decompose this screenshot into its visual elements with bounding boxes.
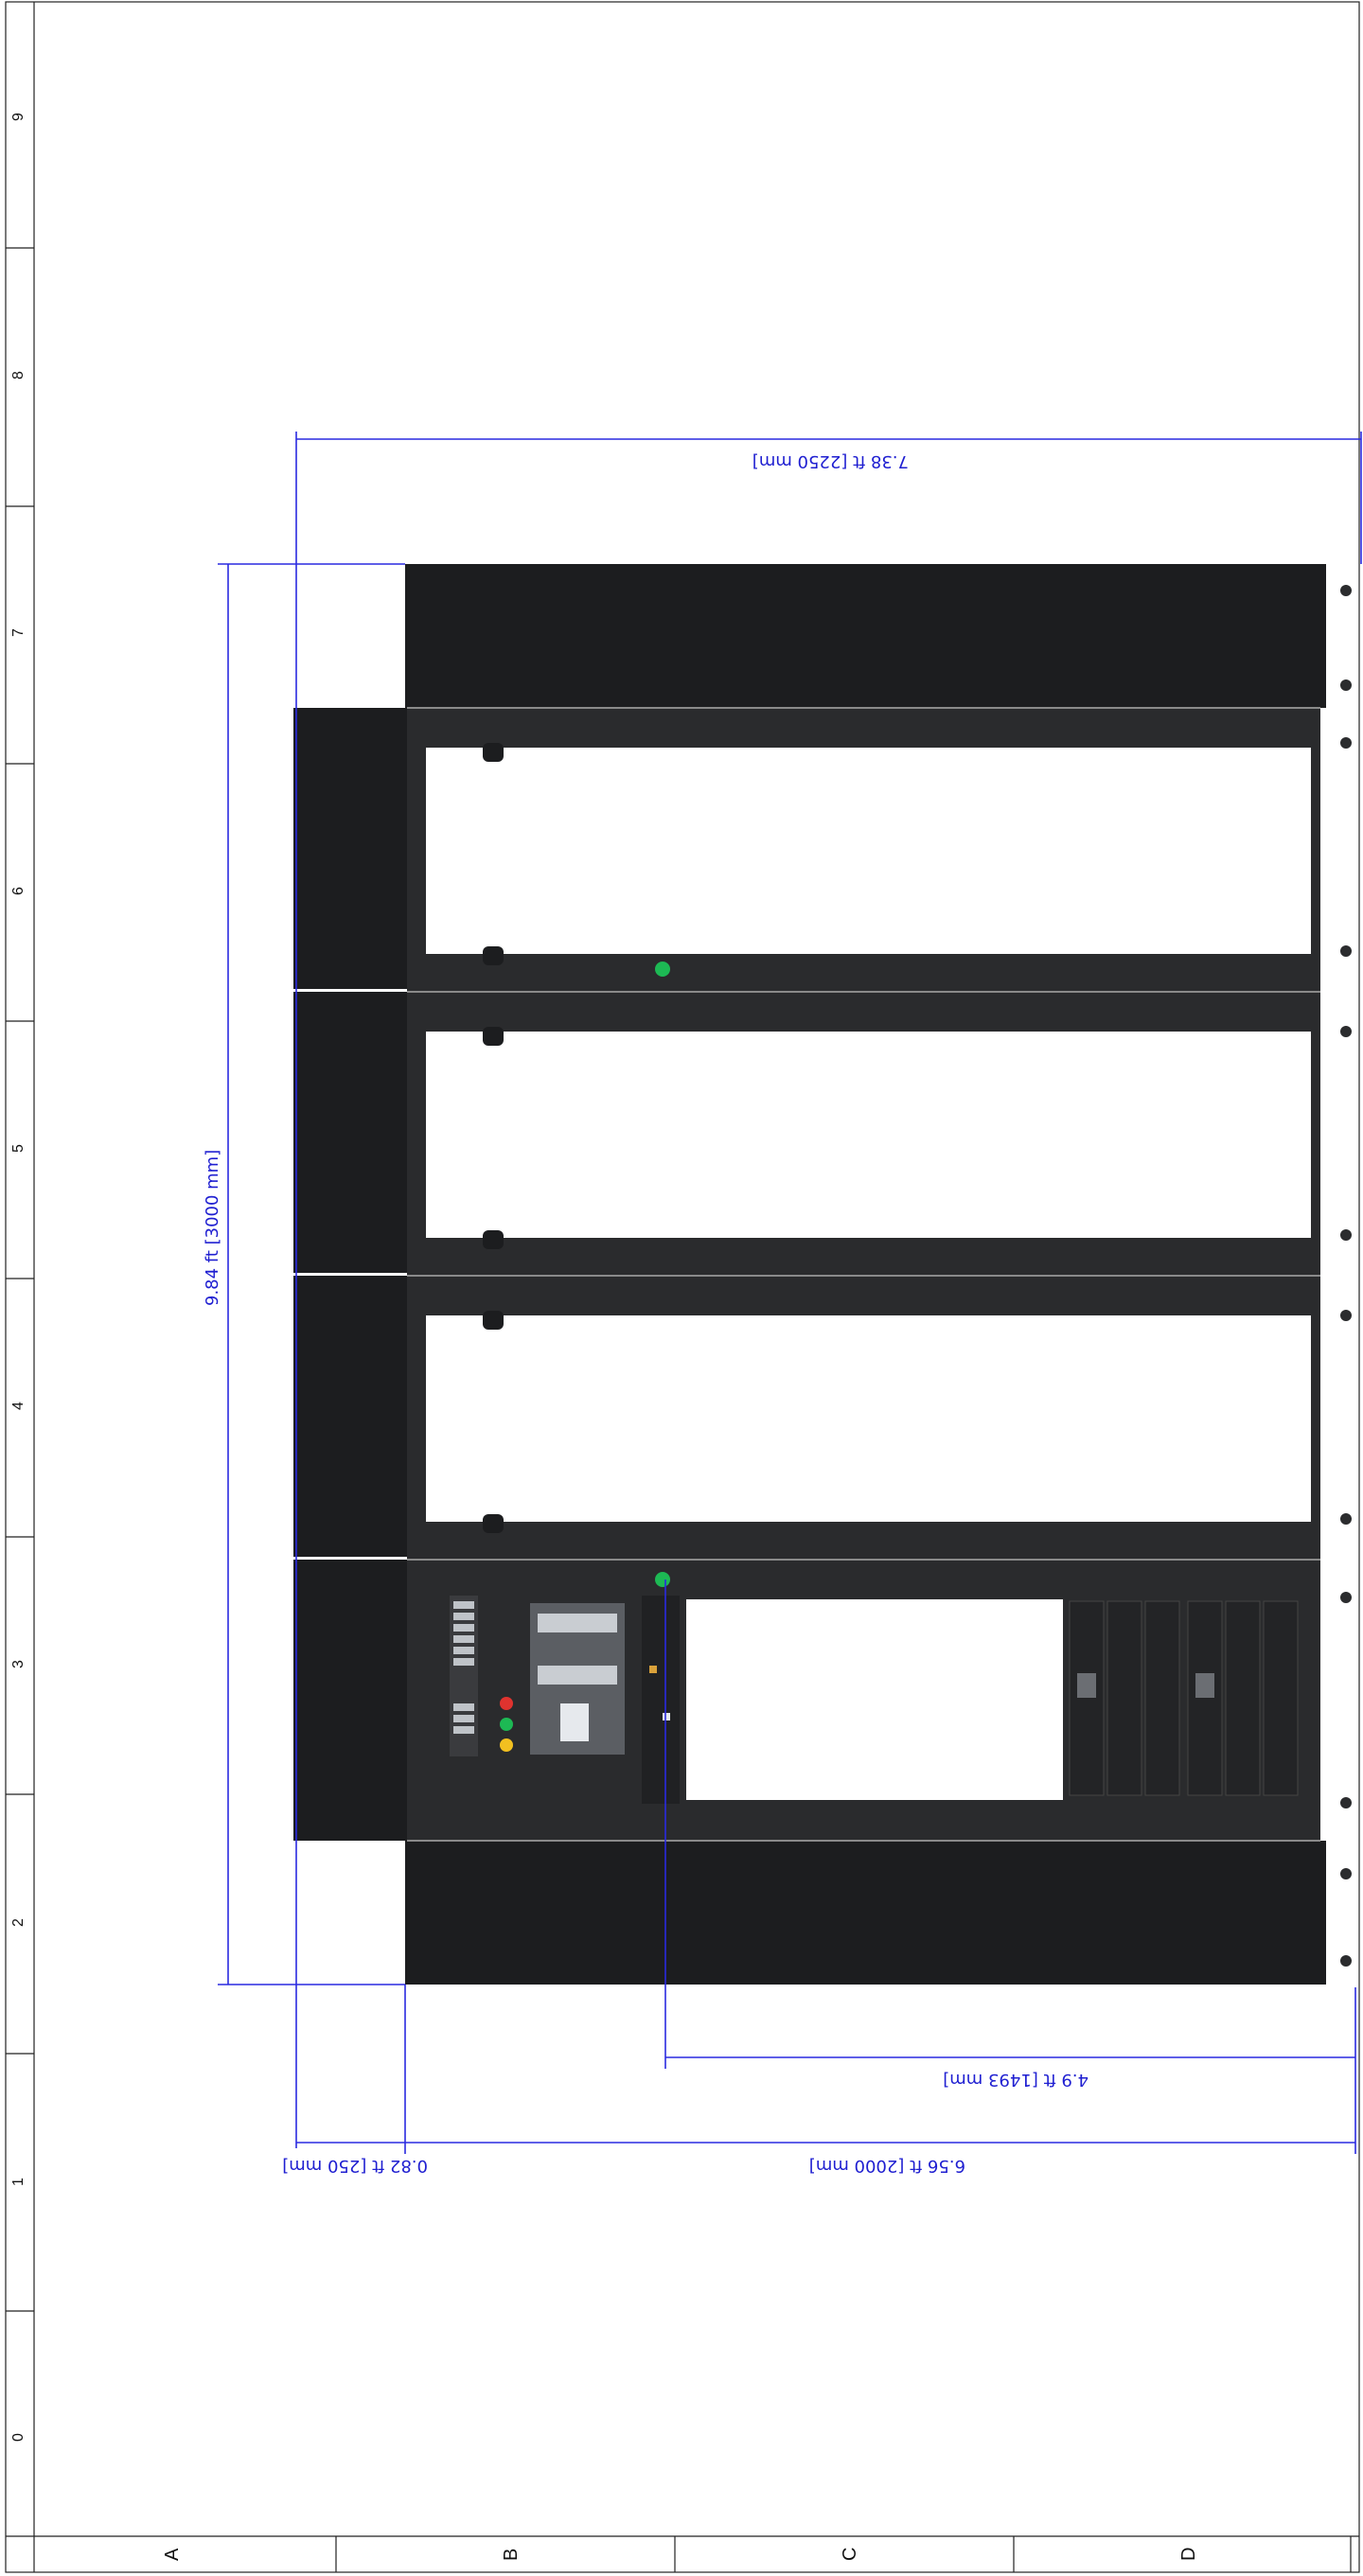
red-indicator-light [500, 1697, 513, 1710]
bay-2-interior [426, 1032, 1311, 1238]
rack-assembly [293, 564, 1352, 1985]
cabinet-width-label: 6.56 ft [2000 mm] [809, 2156, 965, 2176]
offset-depth-label: 0.82 ft [250 mm] [282, 2156, 428, 2176]
bay-3-interior [426, 1315, 1311, 1522]
bay-1-interior [426, 748, 1311, 954]
total-width-label: 7.38 ft [2250 mm] [752, 451, 909, 471]
rack-layout-drawing: 0 1 2 3 4 5 6 7 8 9 A B C D 9.84 ft [300… [5, 1, 1362, 2573]
rear-block-3 [293, 1276, 407, 1557]
zone-label-A: A [162, 2548, 183, 2561]
rear-block-1 [293, 708, 407, 989]
module-column [642, 1596, 680, 1804]
zone-label-C: C [840, 2548, 860, 2561]
zone-label-7: 7 [10, 628, 27, 637]
dimension-cabinet-width: 6.56 ft [2000 mm] 0.82 ft [250 mm] [282, 1985, 1356, 2176]
zone-label-5: 5 [10, 1144, 27, 1153]
zone-label-2: 2 [10, 1918, 27, 1927]
zone-label-1: 1 [10, 2178, 27, 2186]
rear-block-4 [293, 1560, 407, 1841]
yellow-indicator-light [500, 1738, 513, 1752]
partial-width-label: 4.9 ft [1493 mm] [943, 2070, 1089, 2090]
green-indicator-light [500, 1718, 513, 1731]
zone-label-9: 9 [10, 113, 27, 121]
zone-label-3: 3 [10, 1660, 27, 1668]
bay-4-empty-space [686, 1599, 1063, 1800]
zone-label-8: 8 [10, 371, 27, 379]
zone-ticks [6, 247, 34, 2312]
side-clips [1340, 585, 1352, 1967]
zone-label-4: 4 [10, 1402, 27, 1410]
total-height-label: 9.84 ft [3000 mm] [203, 1150, 222, 1306]
zone-label-0: 0 [10, 2433, 27, 2442]
zone-label-D: D [1178, 2548, 1199, 2561]
top-end-panel [405, 564, 1326, 708]
green-sensor-marker-2 [655, 1572, 670, 1587]
green-sensor-marker-1 [655, 962, 670, 977]
zone-label-B: B [501, 2549, 522, 2561]
bottom-end-panel [405, 1841, 1326, 1985]
zone-label-6: 6 [10, 887, 27, 895]
rear-block-2 [293, 992, 407, 1273]
